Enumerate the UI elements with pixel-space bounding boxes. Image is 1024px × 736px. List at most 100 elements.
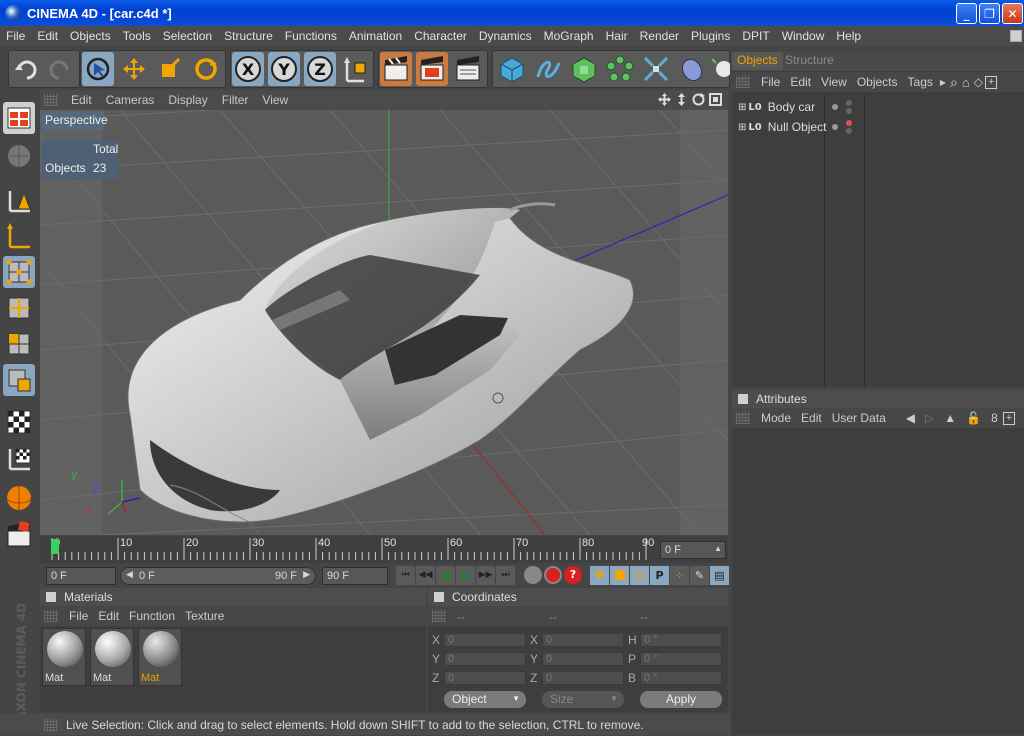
- new-view-icon[interactable]: +: [984, 75, 998, 89]
- x-axis-icon[interactable]: X: [232, 52, 264, 86]
- use-edges-icon[interactable]: [3, 220, 35, 252]
- workplane-icon[interactable]: [3, 406, 35, 438]
- size-y-field[interactable]: 0: [542, 652, 624, 666]
- mat-menu-edit[interactable]: Edit: [93, 609, 124, 623]
- range-right-arrow-icon[interactable]: ▶: [303, 569, 310, 580]
- mat-menu-file[interactable]: File: [64, 609, 93, 623]
- current-frame-field[interactable]: 0 F ▲: [660, 541, 726, 559]
- render-visibility-dot[interactable]: [846, 100, 852, 106]
- scale-icon[interactable]: [154, 52, 186, 86]
- menu-window[interactable]: Window: [776, 29, 831, 43]
- close-button[interactable]: ✕: [1002, 3, 1023, 24]
- mat-menu-texture[interactable]: Texture: [180, 609, 229, 623]
- menu-file[interactable]: File: [0, 29, 31, 43]
- playhead[interactable]: [51, 539, 59, 554]
- back-arrow-icon[interactable]: ◀: [901, 411, 920, 425]
- rot-h-field[interactable]: 0 °: [640, 633, 722, 647]
- zoom-icon[interactable]: [675, 93, 688, 106]
- attr-menu-edit[interactable]: Edit: [796, 411, 827, 425]
- grip-icon[interactable]: [44, 718, 58, 731]
- editor-visibility-dot[interactable]: [832, 104, 838, 110]
- material-icon[interactable]: [3, 482, 35, 514]
- expand-icon[interactable]: ⊞: [738, 102, 746, 113]
- menu-selection[interactable]: Selection: [157, 29, 218, 43]
- vp-menu-edit[interactable]: Edit: [64, 93, 99, 107]
- rotate-icon[interactable]: [190, 52, 222, 86]
- edit-render-settings-icon[interactable]: [452, 52, 484, 86]
- obj-menu-objects[interactable]: Objects: [852, 75, 903, 89]
- pos-x-field[interactable]: 0: [444, 633, 526, 647]
- panel-corner-icon[interactable]: [1010, 30, 1022, 42]
- lock-icon[interactable]: 🔓: [961, 411, 986, 425]
- render-visibility-dot[interactable]: [846, 108, 852, 114]
- light-icon[interactable]: [710, 52, 730, 86]
- vp-menu-cameras[interactable]: Cameras: [99, 93, 162, 107]
- menu-help[interactable]: Help: [830, 29, 867, 43]
- menu-animation[interactable]: Animation: [343, 29, 408, 43]
- minimize-button[interactable]: _: [956, 3, 977, 24]
- mat-menu-function[interactable]: Function: [124, 609, 180, 623]
- panel-toggle-icon[interactable]: [46, 592, 56, 602]
- grip-icon[interactable]: [736, 412, 750, 424]
- coordinate-mode-select[interactable]: Object ▼: [444, 691, 526, 708]
- viewport-canvas[interactable]: Perspective Total Objects 23 Z y x: [40, 110, 728, 535]
- redo-icon[interactable]: [44, 52, 76, 86]
- grip-icon[interactable]: [44, 610, 58, 622]
- rot-p-field[interactable]: 0 °: [640, 652, 722, 666]
- use-texture-icon[interactable]: [3, 328, 35, 360]
- key-position-icon[interactable]: ✥: [590, 566, 609, 585]
- use-tweak-icon[interactable]: [3, 364, 35, 396]
- attr-menu-mode[interactable]: Mode: [756, 411, 796, 425]
- menu-functions[interactable]: Functions: [279, 29, 343, 43]
- material-swatch[interactable]: Mat: [138, 628, 182, 686]
- use-axis-icon[interactable]: [3, 292, 35, 324]
- live-selection-icon[interactable]: [82, 52, 114, 86]
- home-icon[interactable]: ⌂: [960, 75, 972, 90]
- menu-tools[interactable]: Tools: [117, 29, 157, 43]
- scene-icon[interactable]: [676, 52, 708, 86]
- step-back-icon[interactable]: ◀◀: [416, 566, 435, 585]
- nurbs-icon[interactable]: [568, 52, 600, 86]
- object-row-body-car[interactable]: ⊞ L0 Body car: [738, 98, 815, 116]
- panel-toggle-icon[interactable]: [738, 394, 748, 404]
- menu-mograph[interactable]: MoGraph: [538, 29, 600, 43]
- frame-range-slider[interactable]: ◀ 0 F 90 F ▶: [120, 567, 316, 585]
- use-model-icon[interactable]: [3, 102, 35, 134]
- vp-menu-display[interactable]: Display: [161, 93, 214, 107]
- render-visibility-dot[interactable]: [846, 128, 852, 134]
- range-left-arrow-icon[interactable]: ◀: [126, 569, 133, 580]
- attr-menu-user-data[interactable]: User Data: [827, 411, 891, 425]
- grip-icon[interactable]: [432, 610, 446, 622]
- use-polygons-icon[interactable]: [3, 256, 35, 288]
- play-backward-icon[interactable]: ◀: [436, 566, 455, 585]
- maximize-button[interactable]: ❐: [979, 3, 1000, 24]
- apply-button[interactable]: Apply: [640, 691, 722, 708]
- new-view-icon[interactable]: +: [1002, 411, 1016, 425]
- link-icon[interactable]: 8: [986, 411, 1003, 425]
- spline-icon[interactable]: [532, 52, 564, 86]
- cinema4d-app-icon[interactable]: [5, 5, 21, 21]
- rot-b-field[interactable]: 0 °: [640, 671, 722, 685]
- menu-overflow-icon[interactable]: ▶: [938, 78, 948, 87]
- go-to-start-icon[interactable]: ⏮: [396, 566, 415, 585]
- key-pla-icon[interactable]: ⁘: [670, 566, 689, 585]
- render-icon[interactable]: [3, 518, 35, 550]
- record-position-icon[interactable]: [524, 566, 542, 584]
- key-parameter-icon[interactable]: P: [650, 566, 669, 585]
- vp-menu-filter[interactable]: Filter: [215, 93, 256, 107]
- tab-structure[interactable]: Structure: [780, 52, 839, 70]
- key-rotation-icon[interactable]: ◎: [630, 566, 649, 585]
- y-axis-icon[interactable]: Y: [268, 52, 300, 86]
- size-x-field[interactable]: 0: [542, 633, 624, 647]
- use-points-icon[interactable]: [3, 184, 35, 216]
- obj-menu-file[interactable]: File: [756, 75, 785, 89]
- panel-toggle-icon[interactable]: [434, 592, 444, 602]
- move-icon[interactable]: [118, 52, 150, 86]
- cube-primitive-icon[interactable]: [496, 52, 528, 86]
- keyframe-selection-icon[interactable]: ▤: [710, 566, 729, 585]
- menu-objects[interactable]: Objects: [64, 29, 117, 43]
- record-icon[interactable]: [544, 566, 562, 584]
- menu-structure[interactable]: Structure: [218, 29, 279, 43]
- obj-menu-edit[interactable]: Edit: [785, 75, 816, 89]
- vp-menu-view[interactable]: View: [255, 93, 295, 107]
